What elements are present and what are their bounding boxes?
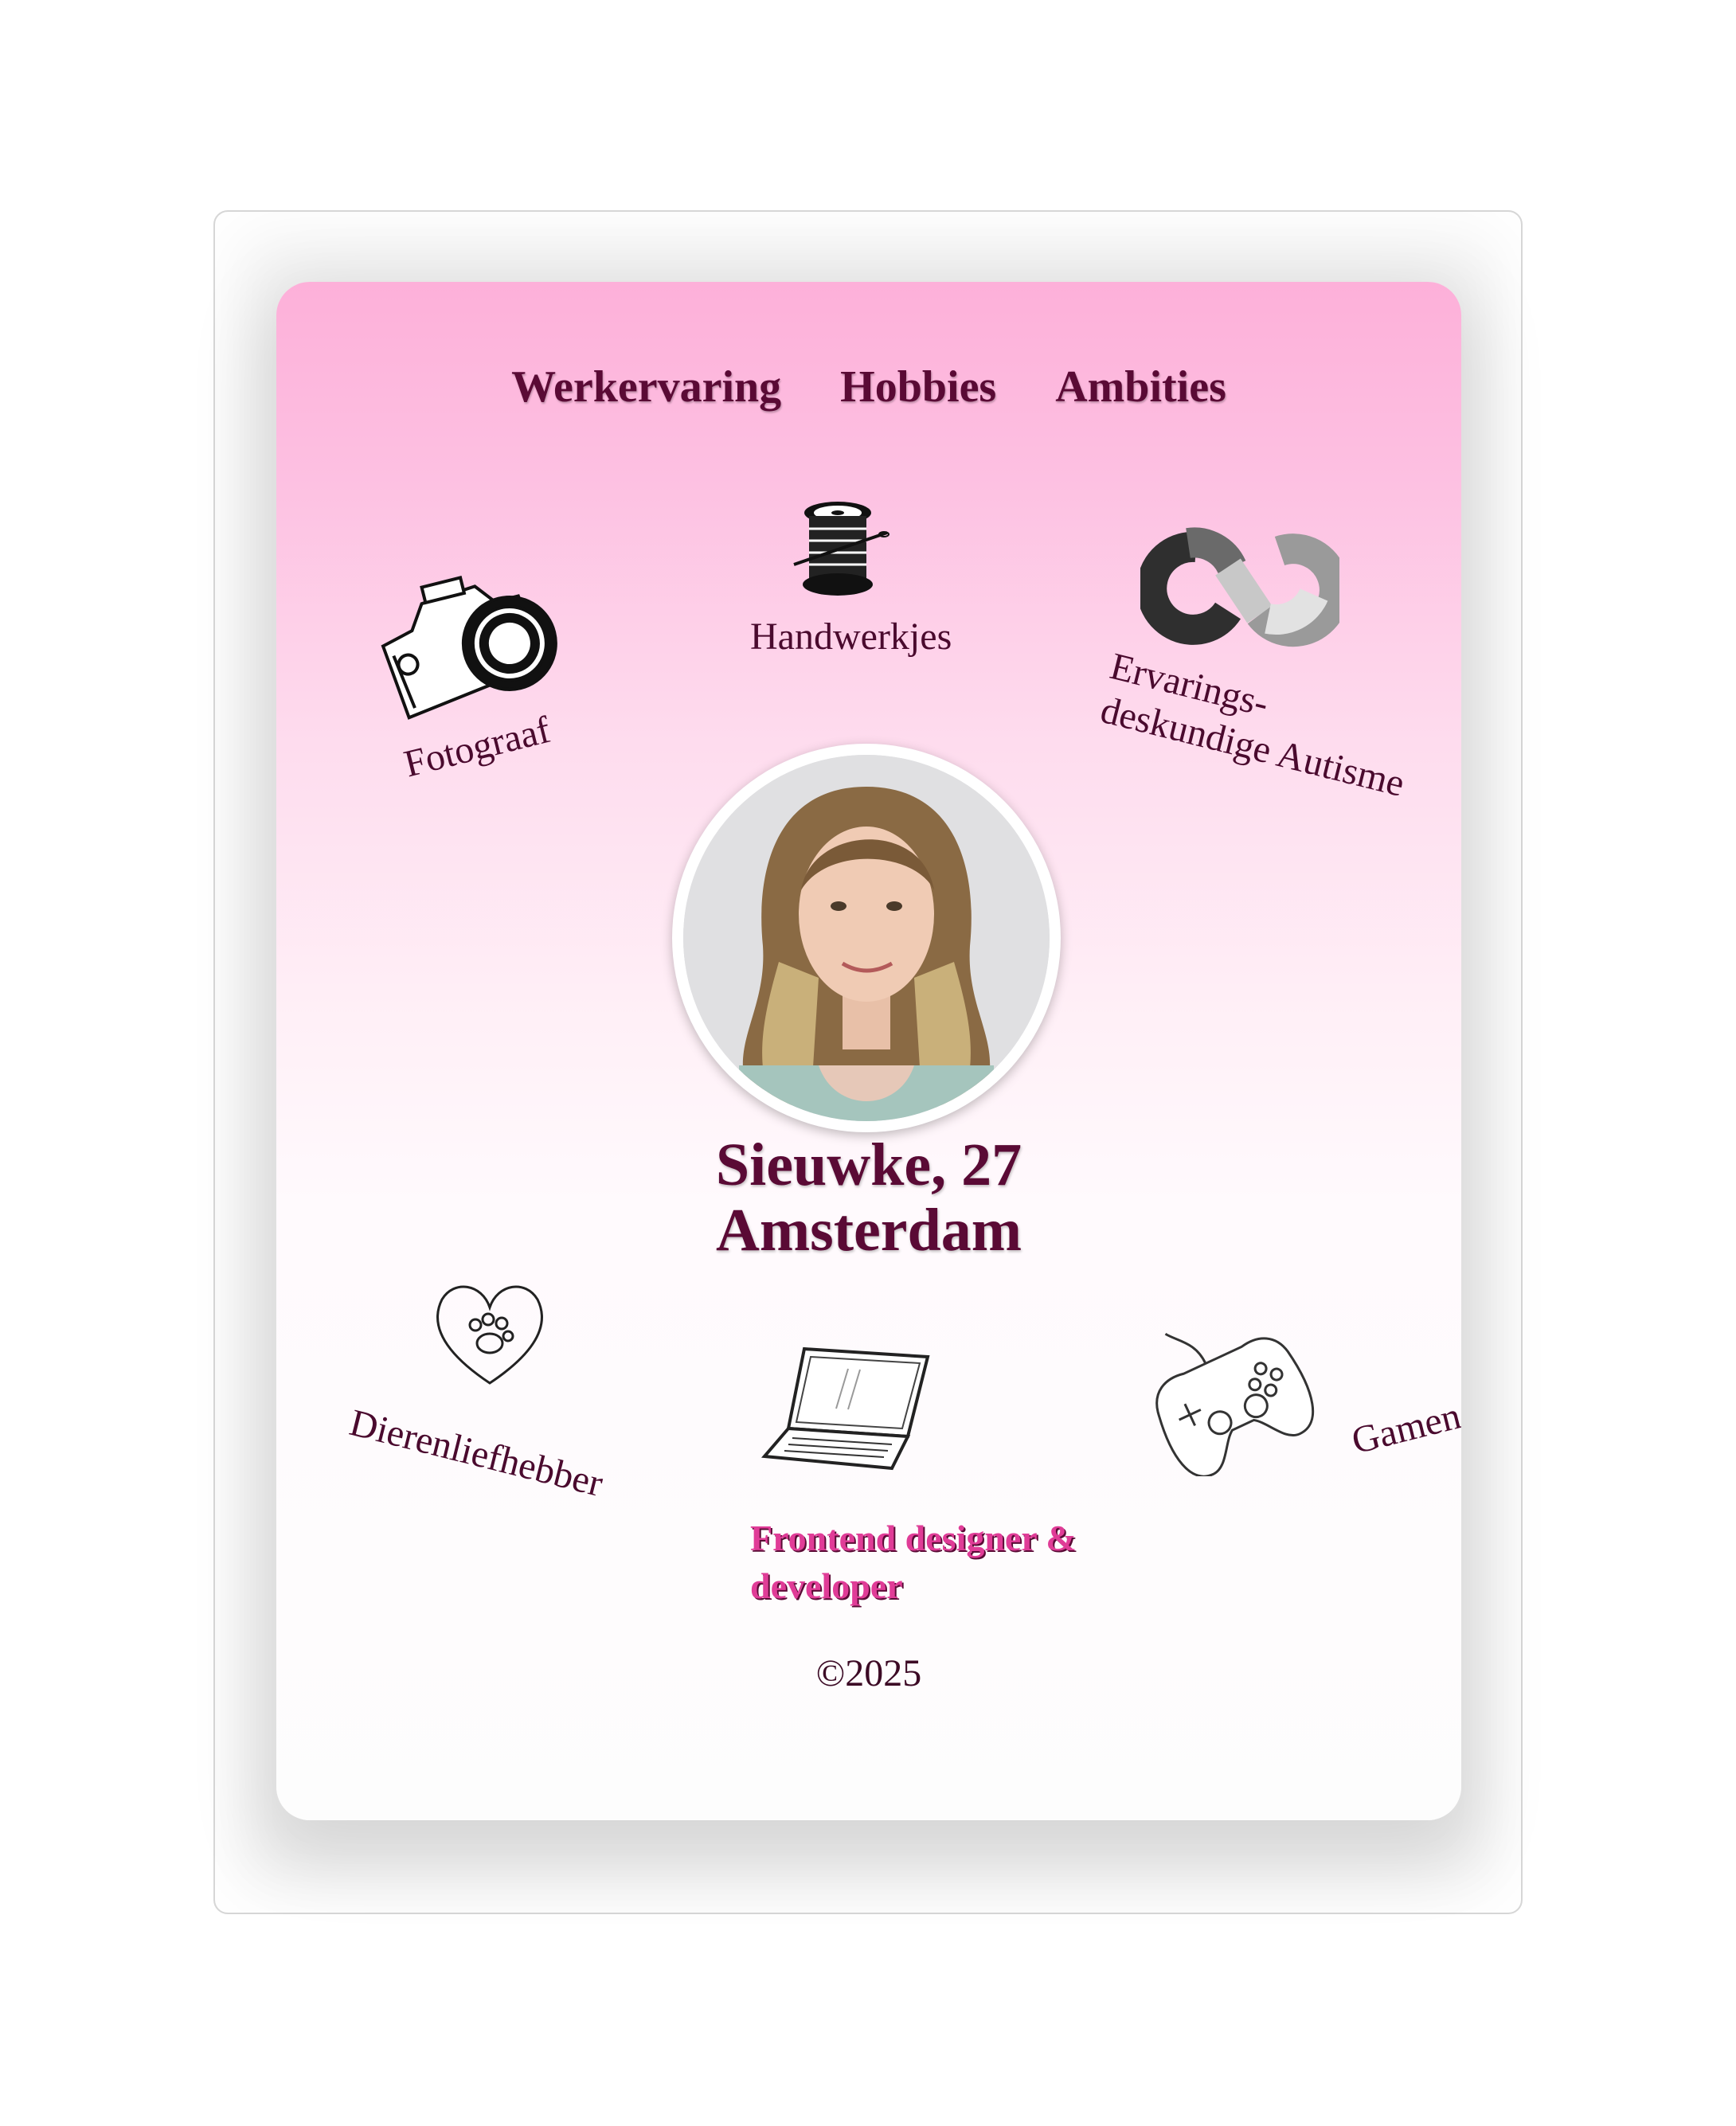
profile-card: Werkervaring Hobbies Ambities Handwerkje… — [276, 282, 1461, 1820]
profile-city: Amsterdam — [715, 1197, 1022, 1264]
nav-hobbies[interactable]: Hobbies — [840, 361, 996, 412]
profile-photo — [672, 744, 1061, 1132]
profile-name-age: Sieuwke, 27 — [715, 1131, 1022, 1198]
autism-infinity-icon — [1140, 527, 1339, 647]
laptop-icon — [760, 1346, 930, 1471]
footer-copyright: ©2025 — [815, 1652, 922, 1694]
hobby-dierenliefhebber: Dierenliefhebber — [345, 1401, 608, 1506]
hobby-handwerkjes: Handwerkjes — [750, 616, 952, 658]
nav-ambities[interactable]: Ambities — [1055, 361, 1226, 412]
hobby-gamen: Gamen — [1347, 1394, 1461, 1463]
camera-icon — [381, 576, 557, 720]
nav-werkervaring[interactable]: Werkervaring — [511, 361, 781, 412]
gamepad-icon — [1155, 1332, 1315, 1476]
thread-spool-icon — [793, 502, 890, 596]
portrait-image — [683, 755, 1050, 1121]
job-title: Frontend designer & developer — [750, 1518, 1077, 1606]
heart-paw-icon — [436, 1285, 543, 1385]
main-nav: Werkervaring Hobbies Ambities — [276, 361, 1461, 412]
